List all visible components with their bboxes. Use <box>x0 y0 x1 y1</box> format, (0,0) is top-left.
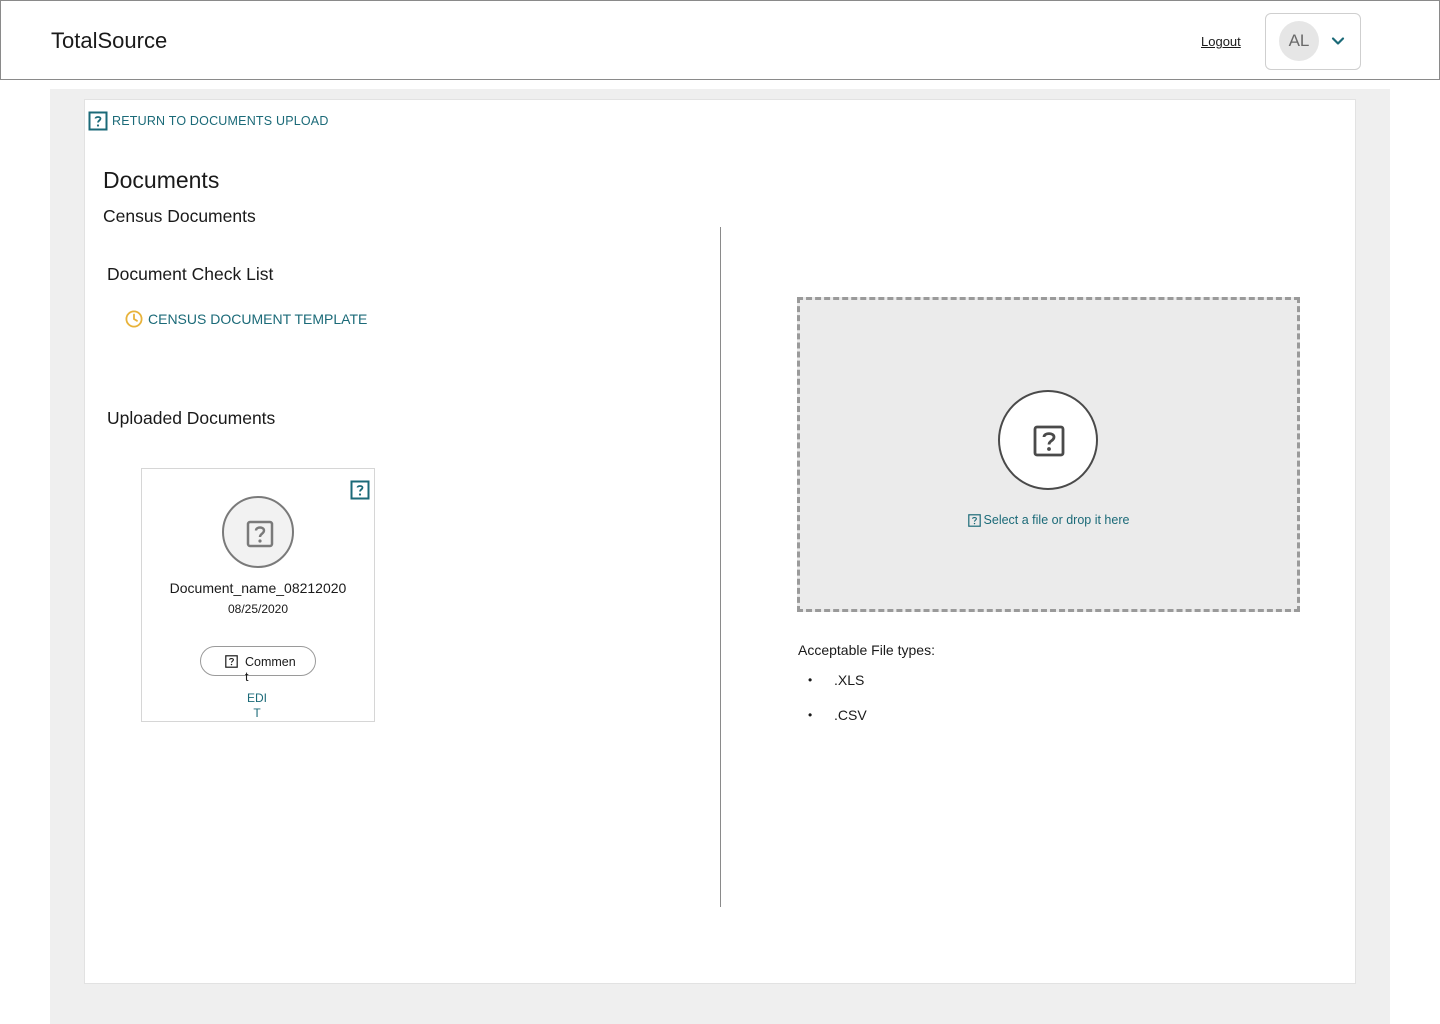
document-date: 08/25/2020 <box>227 602 289 616</box>
page-subtitle: Census Documents <box>103 206 256 226</box>
file-type-label: .CSV <box>834 707 867 723</box>
chevron-down-icon <box>1331 37 1345 45</box>
dropzone-label: Select a file or drop it here <box>983 513 1130 527</box>
upload-icon <box>1033 425 1065 457</box>
file-type-item: • .XLS <box>808 672 864 688</box>
avatar: AL <box>1279 21 1319 61</box>
file-type-label: .XLS <box>834 672 865 688</box>
return-to-documents-link[interactable]: RETURN TO DOCUMENTS UPLOAD <box>88 111 329 131</box>
file-placeholder-icon <box>246 520 274 548</box>
user-menu-button[interactable]: AL <box>1265 13 1361 70</box>
brand-logo[interactable]: TotalSource <box>51 28 167 54</box>
document-name: Document_name_08212020 <box>169 580 347 596</box>
comment-icon <box>225 655 238 668</box>
checklist-item-label: CENSUS DOCUMENT TEMPLATE <box>148 311 368 327</box>
file-type-item: • .CSV <box>808 707 867 723</box>
comment-button[interactable]: Comment <box>200 646 316 684</box>
return-link-label: RETURN TO DOCUMENTS UPLOAD <box>112 114 329 128</box>
upload-placeholder <box>998 390 1098 490</box>
comment-button-label: Comment <box>245 655 296 684</box>
bullet-icon: • <box>808 673 813 687</box>
checklist-item-census-template[interactable]: CENSUS DOCUMENT TEMPLATE <box>125 310 367 328</box>
edit-link[interactable]: EDIT <box>245 691 269 721</box>
file-dropzone[interactable]: Select a file or drop it here <box>797 297 1300 612</box>
acceptable-file-types-label: Acceptable File types: <box>798 642 935 658</box>
top-header: TotalSource Logout AL <box>0 0 1440 80</box>
document-thumbnail <box>222 496 294 568</box>
help-icon[interactable] <box>350 480 370 500</box>
document-card: Document_name_08212020 08/25/2020 Commen… <box>141 468 375 722</box>
uploaded-documents-title: Uploaded Documents <box>107 408 276 428</box>
dropzone-select-link[interactable]: Select a file or drop it here <box>800 513 1297 527</box>
logout-link[interactable]: Logout <box>1201 34 1241 49</box>
bullet-icon: • <box>808 708 813 722</box>
clock-icon <box>125 310 143 328</box>
file-select-icon <box>967 513 981 527</box>
back-icon <box>88 111 108 131</box>
checklist-title: Document Check List <box>107 264 274 284</box>
page-title: Documents <box>103 167 220 193</box>
column-divider <box>720 227 721 907</box>
